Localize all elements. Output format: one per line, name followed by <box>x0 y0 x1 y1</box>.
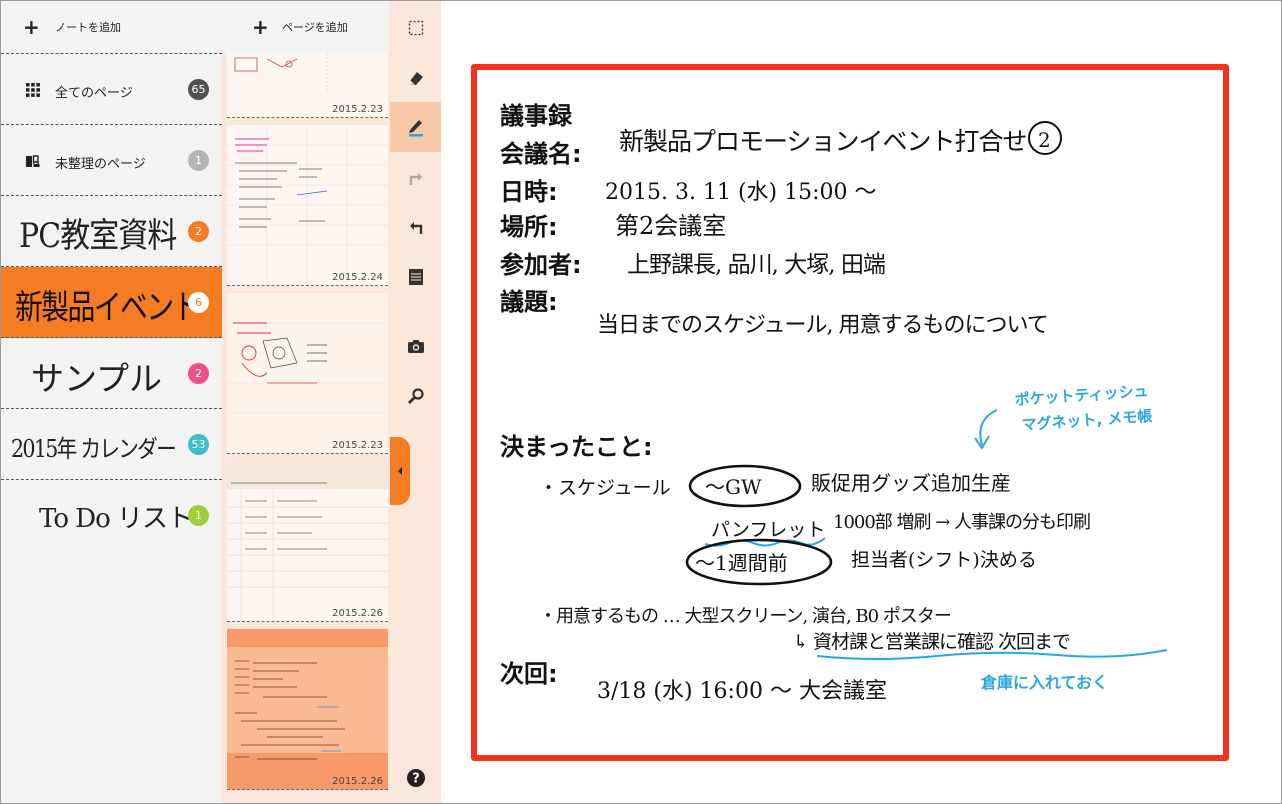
page-count-badge: 1 <box>188 150 209 171</box>
lasso-select-tool[interactable] <box>390 3 441 53</box>
gw-circle-text: 〜GW <box>705 475 762 499</box>
place-label: 場所: <box>500 213 558 241</box>
attendees-value: 上野課長, 品川, 大塚, 田端 <box>627 252 885 278</box>
prepare-item: ・用意するもの … 大型スクリーン, 演台, B0 ポスター <box>539 606 951 627</box>
page-thumbnail-selected[interactable]: 2015.2.26 <box>227 629 388 790</box>
page-date: 2015.2.23 <box>332 440 383 451</box>
notebook-pc-class[interactable]: PC教室資料 2 <box>1 196 222 267</box>
meeting-label: 会議名: <box>500 140 582 168</box>
confirm-text: ↳ 資材課と営業課に確認 次回まで <box>793 631 1070 653</box>
redo-button[interactable] <box>390 153 441 203</box>
notebook-handwritten-title: 2015年 カレンダー <box>11 435 177 463</box>
memo-blue-1: ポケットティッシュ <box>1014 382 1149 409</box>
plus-icon: + <box>23 15 40 39</box>
notebook-handwritten-title: 新製品イベント <box>15 288 200 328</box>
agenda-value: 当日までのスケジュール, 用意するものについて <box>597 313 1048 338</box>
eraser-tool[interactable] <box>390 53 441 103</box>
lasso-select-icon <box>408 20 423 36</box>
page-thumbnail[interactable]: 2015.2.23 <box>227 293 388 454</box>
warehouse-note: 倉庫に入れておく <box>980 673 1108 692</box>
notebook-todo-list[interactable]: To Do リスト 1 <box>1 480 222 551</box>
pen-tool[interactable] <box>390 102 441 152</box>
page-count-badge: 53 <box>188 434 209 455</box>
page-date: 2015.2.24 <box>332 272 383 283</box>
note-title: 議事録 <box>500 102 573 130</box>
next-label: 次回: <box>500 660 558 688</box>
date-label: 日時: <box>500 178 558 206</box>
zoom-icon <box>407 388 424 404</box>
page-template-button[interactable] <box>390 252 441 302</box>
week-text: 担当者(シフト)決める <box>851 549 1037 571</box>
thumbnail-sketch <box>227 125 388 285</box>
help-button[interactable]: ? <box>390 753 441 803</box>
page-thumbnail[interactable]: 2015.2.26 <box>227 461 388 622</box>
pamphlet-text: 1000部 増刷 → 人事課の分も印刷 <box>833 512 1090 533</box>
add-note-button[interactable]: + ノートを追加 <box>1 1 222 54</box>
page-thumbnail[interactable]: 2015.2.24 <box>227 125 388 286</box>
pamphlet: パンフレット <box>711 519 825 541</box>
unsorted-book-icon <box>26 155 40 167</box>
help-icon: ? <box>406 769 425 787</box>
page-thumbnail-strip: + ページを追加 2015.2.23 2015.2.24 2015.2.23 2… <box>222 1 390 803</box>
note-canvas[interactable]: 議事録 会議名: 日時: 場所: 参加者: 議題: 決まったこと: 次回: 新製… <box>441 1 1281 803</box>
undo-button[interactable] <box>390 202 441 252</box>
camera-icon <box>407 340 424 353</box>
thumbnail-sketch <box>227 629 388 789</box>
meeting-value: 新製品プロモーションイベント打合せ <box>619 127 1027 156</box>
page-template-icon <box>408 269 423 285</box>
decided-label: 決まったこと: <box>500 433 653 461</box>
collapse-panel-button[interactable] <box>390 437 410 505</box>
date-value: 2015. 3. 11 (水) 15:00 〜 <box>605 180 877 205</box>
page-date: 2015.2.26 <box>332 776 383 787</box>
notebook-label: 未整理のページ <box>55 157 146 172</box>
zoom-button[interactable] <box>390 371 441 421</box>
handwritten-note: 議事録 会議名: 日時: 場所: 参加者: 議題: 決まったこと: 次回: 新製… <box>500 102 1168 704</box>
grid-icon <box>26 83 40 97</box>
notebook-calendar-2015[interactable]: 2015年 カレンダー 53 <box>1 409 222 480</box>
svg-text:?: ? <box>412 772 420 787</box>
page-count-badge: 2 <box>188 221 209 242</box>
add-page-button[interactable]: + ページを追加 <box>222 1 390 53</box>
notebook-unsorted-pages[interactable]: 未整理のページ 1 <box>1 125 222 196</box>
thumbnail-sketch <box>227 293 388 453</box>
notebook-sidebar: + ノートを追加 全てのページ 65 未整理のページ 1 PC教室資料 2 新製… <box>1 1 222 803</box>
schedule-item: ・スケジュール <box>539 477 671 499</box>
plus-icon: + <box>252 15 269 39</box>
add-note-label: ノートを追加 <box>55 21 121 34</box>
memo-blue-2: マグネット, メモ帳 <box>1021 407 1153 434</box>
page-thumbnail[interactable]: 2015.2.23 <box>227 53 388 118</box>
notebook-label: 全てのページ <box>55 86 133 101</box>
notebook-handwritten-title: PC教室資料 <box>19 216 177 256</box>
undo-icon <box>409 222 422 234</box>
memo-arrow <box>979 409 998 446</box>
notebook-sample[interactable]: サンプル 2 <box>1 338 222 409</box>
notebook-new-product-event[interactable]: 新製品イベント 6 <box>1 267 222 338</box>
next-value: 3/18 (水) 16:00 〜 大会議室 <box>597 679 887 704</box>
page-count-badge: 1 <box>188 505 209 526</box>
thumbnail-sketch <box>227 461 388 621</box>
week-circle-text: 〜1週間前 <box>695 551 788 575</box>
eraser-icon <box>409 72 423 86</box>
tool-palette: ? <box>390 1 441 803</box>
camera-button[interactable] <box>390 321 441 371</box>
gw-text: 販促用グッズ追加生産 <box>811 471 1011 495</box>
agenda-label: 議題: <box>500 288 558 316</box>
page-count-badge: 65 <box>188 79 209 100</box>
page-date: 2015.2.23 <box>332 104 383 115</box>
chevron-left-icon <box>398 467 402 475</box>
meeting-number: 2 <box>1038 128 1051 152</box>
page-count-badge: 2 <box>188 363 209 384</box>
notebook-handwritten-title: To Do リスト <box>39 504 193 534</box>
pen-icon <box>408 120 423 137</box>
page-count-badge: 6 <box>188 292 209 313</box>
note-page[interactable]: 議事録 会議名: 日時: 場所: 参加者: 議題: 決まったこと: 次回: 新製… <box>471 64 1229 761</box>
add-page-label: ページを追加 <box>282 21 348 34</box>
page-date: 2015.2.26 <box>332 608 383 619</box>
place-value: 第2会議室 <box>615 212 726 240</box>
attendees-label: 参加者: <box>500 251 582 279</box>
notebook-all-pages[interactable]: 全てのページ 65 <box>1 54 222 125</box>
notebook-handwritten-title: サンプル <box>31 359 163 398</box>
redo-icon <box>409 173 422 185</box>
